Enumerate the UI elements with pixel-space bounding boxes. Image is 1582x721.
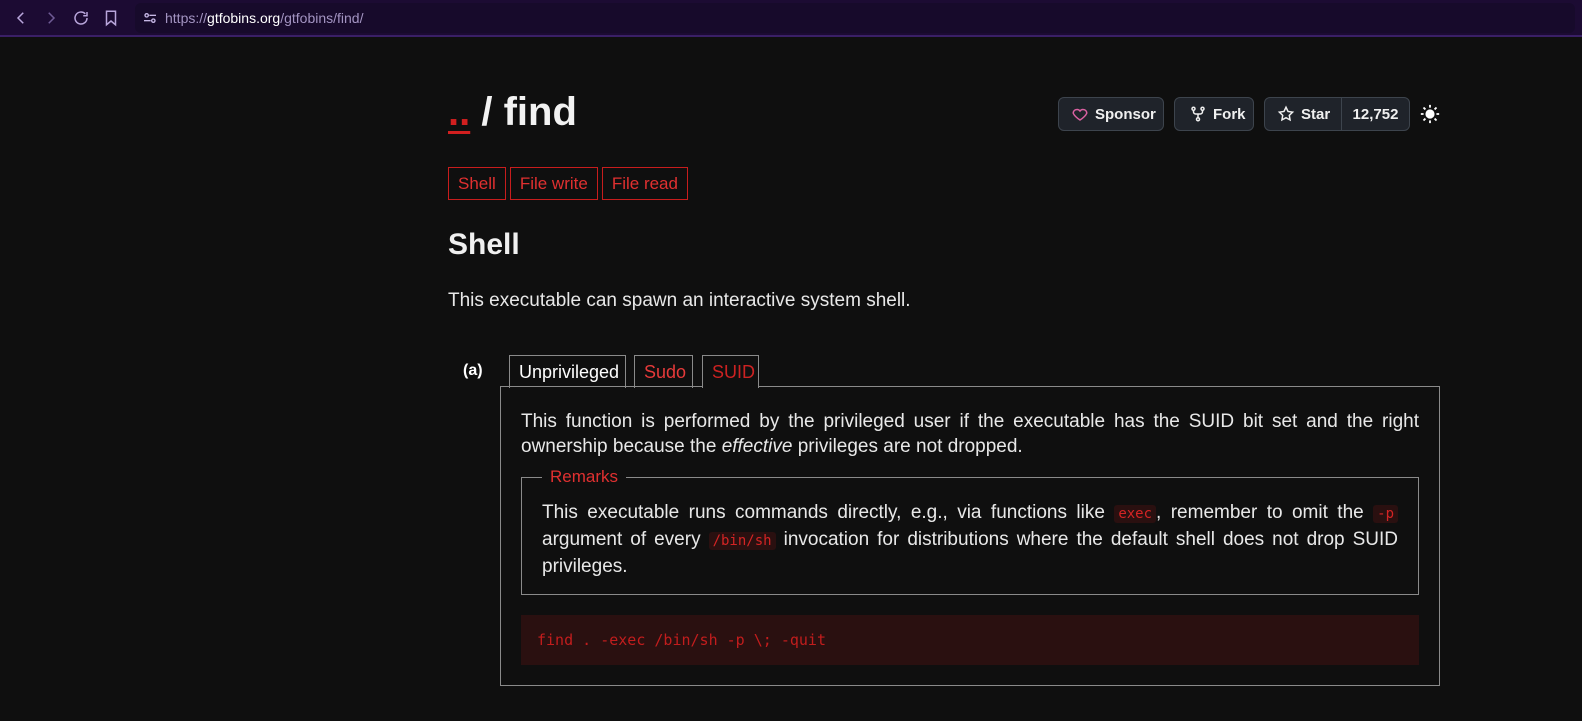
inline-code-p-flag: -p (1373, 505, 1398, 523)
address-bar[interactable]: https://gtfobins.org/gtfobins/find/ (135, 3, 1575, 33)
code-block[interactable]: find . -exec /bin/sh -p \; -quit (521, 615, 1419, 665)
browser-toolbar: https://gtfobins.org/gtfobins/find/ (0, 0, 1582, 37)
theme-toggle-sun-icon[interactable] (1419, 103, 1441, 125)
remarks-text-2: , remember to omit the (1156, 502, 1374, 523)
tab-sudo[interactable]: Sudo (634, 355, 693, 388)
tag-shell[interactable]: Shell (448, 167, 506, 200)
tag-file-write[interactable]: File write (509, 167, 598, 200)
url-text[interactable]: https://gtfobins.org/gtfobins/find/ (165, 10, 363, 26)
fork-icon (1191, 106, 1205, 122)
star-label: Star (1301, 105, 1331, 123)
function-tags: Shell File write File read (448, 167, 688, 200)
tab-unprivileged[interactable]: Unprivileged (509, 355, 626, 388)
inline-code-bin-sh: /bin/sh (708, 532, 776, 550)
function-description: This function is performed by the privil… (521, 409, 1419, 459)
remarks-box: Remarks This executable runs commands di… (521, 467, 1419, 595)
sponsor-button[interactable]: Sponsor (1058, 97, 1164, 131)
function-index-label: (a) (463, 362, 483, 379)
inline-code-exec: exec (1114, 505, 1157, 523)
page-title: .. / find (448, 90, 577, 135)
code-command[interactable]: find . -exec /bin/sh -p \; -quit (537, 631, 826, 649)
section-heading: Shell (448, 228, 520, 261)
star-button-group: Star 12,752 (1264, 97, 1410, 131)
url-path: /gtfobins/find/ (280, 10, 364, 26)
breadcrumb-separator: / (470, 90, 504, 134)
site-settings-icon[interactable] (135, 3, 165, 33)
tag-file-read[interactable]: File read (601, 167, 688, 200)
star-icon (1277, 105, 1295, 122)
url-host: gtfobins.org (207, 10, 281, 26)
remarks-title: Remarks (542, 467, 627, 487)
star-button[interactable]: Star (1265, 98, 1342, 130)
url-prefix: https:// (165, 10, 208, 26)
function-text-after: privileges are not dropped. (792, 436, 1023, 457)
breadcrumb-parent-link[interactable]: .. (448, 90, 470, 134)
fork-label: Fork (1213, 105, 1246, 123)
remarks-text-1: This executable runs commands directly, … (542, 502, 1115, 523)
remarks-text: This executable runs commands directly, … (542, 500, 1398, 580)
star-count[interactable]: 12,752 (1342, 106, 1409, 123)
forward-icon[interactable] (36, 3, 66, 33)
page-title-text: find (503, 90, 577, 134)
reload-icon[interactable] (66, 3, 96, 33)
function-panel: This function is performed by the privil… (500, 386, 1440, 686)
heart-icon (1072, 108, 1088, 121)
bookmark-icon[interactable] (96, 3, 126, 33)
back-icon[interactable] (6, 3, 36, 33)
sponsor-label: Sponsor (1095, 105, 1156, 123)
function-text-emphasis: effective (721, 436, 793, 457)
tab-suid[interactable]: SUID (702, 355, 759, 388)
section-description: This executable can spawn an interactive… (448, 290, 911, 311)
fork-button[interactable]: Fork (1174, 97, 1254, 131)
remarks-text-3: argument of every (542, 529, 709, 550)
